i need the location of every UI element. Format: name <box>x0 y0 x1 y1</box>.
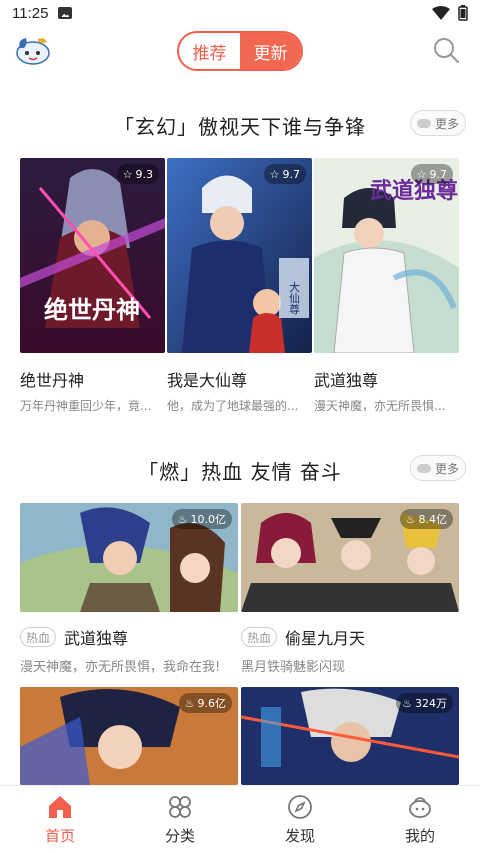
star-icon: ☆ <box>269 167 280 181</box>
more-button-section2[interactable]: 更多 <box>410 455 466 481</box>
app-logo-icon[interactable] <box>14 34 52 66</box>
star-icon: ☆ <box>122 167 133 181</box>
flame-icon: ♨ <box>184 696 195 710</box>
rating-badge: ☆ 9.3 <box>116 164 159 184</box>
comic-title: 武道独尊 <box>64 629 129 648</box>
tab-recommend[interactable]: 推荐 <box>179 33 240 69</box>
comic-cover-wide-3[interactable]: ♨ 9.6亿 <box>20 687 238 785</box>
comic-title: 偷星九月天 <box>285 629 366 648</box>
tab-update[interactable]: 更新 <box>240 33 301 69</box>
nav-label: 首页 <box>44 827 75 845</box>
comic-desc: 万年丹神重回少年，竟... <box>20 399 152 413</box>
flame-icon: ♨ <box>405 512 416 526</box>
comic-cover-3[interactable]: 武道独尊 ☆ 9.7 <box>314 158 459 353</box>
rating-value: 9.7 <box>282 167 301 181</box>
cloud-icon <box>416 118 431 128</box>
section-title-xuanhuan: 「玄幻」傲视天下谁与争锋 <box>114 115 366 139</box>
comic-title-row[interactable]: 热血 武道独尊 <box>20 625 128 649</box>
nav-label: 我的 <box>404 827 435 845</box>
more-label: 更多 <box>434 116 459 131</box>
rating-badge: ☆ 9.7 <box>410 164 453 184</box>
comic-desc: 漫天神魔，亦无所畏惧... <box>314 399 446 413</box>
comic-title[interactable]: 绝世丹神 <box>20 367 84 391</box>
popularity-badge: ♨ 10.0亿 <box>171 509 232 529</box>
nav-category[interactable]: 分类 <box>120 786 240 853</box>
comic-cover-2[interactable]: 大仙尊 ☆ 9.7 <box>167 158 312 353</box>
recommend-update-switch: 推荐 更新 <box>177 31 303 71</box>
cover-art: 武道独尊 <box>314 158 459 353</box>
flame-icon: ♨ <box>402 696 412 710</box>
nav-home[interactable]: 首页 <box>0 786 120 853</box>
comic-cover-1[interactable]: 绝世丹神 ☆ 9.3 <box>20 158 165 353</box>
popularity-value: 9.6亿 <box>197 697 227 710</box>
popularity-badge: ♨ 324万 <box>396 693 453 713</box>
rating-badge: ☆ 9.7 <box>263 164 306 184</box>
comic-desc: 黑月铁骑魅影闪现 <box>241 660 346 675</box>
nav-label: 分类 <box>164 827 195 845</box>
cover-title-text: 绝世丹神 <box>44 295 140 324</box>
status-icons <box>432 5 468 21</box>
home-icon <box>49 796 71 818</box>
popularity-badge: ♨ 9.6亿 <box>178 693 232 713</box>
status-bar: 11:25 <box>0 0 480 26</box>
comic-title[interactable]: 武道独尊 <box>314 367 378 391</box>
cover-art: 大仙尊 <box>167 158 312 353</box>
category-icon <box>169 796 191 818</box>
genre-tag: 热血 <box>241 627 277 647</box>
comic-title-row[interactable]: 热血 偷星九月天 <box>241 625 365 649</box>
popularity-value: 324万 <box>415 697 447 710</box>
more-button-section1[interactable]: 更多 <box>410 110 466 136</box>
comic-cover-wide-4[interactable]: ♨ 324万 <box>241 687 459 785</box>
nav-mine[interactable]: 我的 <box>360 786 480 853</box>
nav-discover[interactable]: 发现 <box>240 786 360 853</box>
popularity-value: 10.0亿 <box>190 513 227 526</box>
more-label: 更多 <box>434 461 459 476</box>
comic-title[interactable]: 我是大仙尊 <box>167 367 247 391</box>
status-time: 11:25 <box>12 4 49 22</box>
comic-desc: 漫天神魔，亦无所畏惧，我命在我! <box>20 660 221 675</box>
cloud-icon <box>416 463 431 473</box>
cover-art: 绝世丹神 <box>20 158 165 353</box>
nav-label: 发现 <box>284 827 315 845</box>
wifi-icon <box>432 6 450 20</box>
profile-icon <box>409 797 431 818</box>
comic-cover-wide-1[interactable]: ♨ 10.0亿 <box>20 503 238 612</box>
rating-value: 9.7 <box>429 167 448 181</box>
search-icon[interactable] <box>432 36 460 64</box>
rating-value: 9.3 <box>135 167 154 181</box>
battery-icon <box>458 5 468 21</box>
compass-icon <box>288 795 312 819</box>
comic-cover-wide-2[interactable]: ♨ 8.4亿 <box>241 503 459 612</box>
image-notification-icon <box>58 7 73 19</box>
flame-icon: ♨ <box>177 512 188 526</box>
popularity-badge: ♨ 8.4亿 <box>399 509 453 529</box>
cover-title-text: 大仙尊 <box>288 280 301 315</box>
top-header: 推荐 更新 <box>0 26 480 78</box>
star-icon: ☆ <box>416 167 427 181</box>
popularity-value: 8.4亿 <box>418 513 448 526</box>
genre-tag: 热血 <box>20 627 56 647</box>
comic-desc: 他，成为了地球最强的... <box>167 399 299 413</box>
section-title-ran: 「燃」热血 友情 奋斗 <box>138 460 342 484</box>
bottom-nav: 首页 分类 发现 我的 <box>0 785 480 853</box>
